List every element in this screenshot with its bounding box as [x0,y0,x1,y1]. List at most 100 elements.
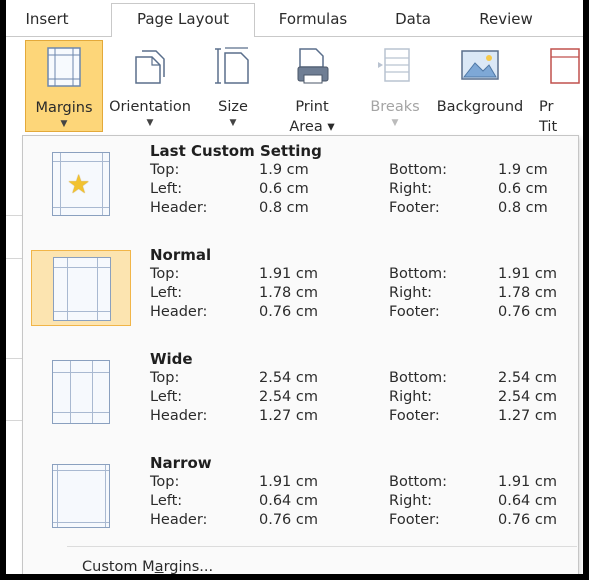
star-icon: ★ [67,170,91,200]
footer-label: Footer: [389,200,440,216]
page-preview: ★ [52,152,110,216]
page-preview [52,360,110,424]
left-value: 2.54 cm [259,389,318,405]
bottom-value: 1.9 cm [498,162,548,178]
tab-page-layout[interactable]: Page Layout [111,3,255,38]
breaks-icon [378,48,410,82]
worksheet-gridline [6,420,22,421]
margins-dropdown-menu: ★ Last Custom Setting Top: 1.9 cm Bottom… [22,135,579,580]
bottom-label: Bottom: [389,162,448,178]
right-value: 0.6 cm [498,181,548,197]
header-label: Header: [150,304,208,320]
background-picture-icon [461,50,499,80]
window-border-right [583,0,589,580]
margin-preview-thumbnail: ★ [31,146,131,222]
margin-preview-thumbnail [31,250,131,326]
excel-window: Insert Page Layout Formulas Data Review … [0,0,589,580]
header-label: Header: [150,200,208,216]
left-value: 0.6 cm [259,181,309,197]
size-icon [215,47,249,84]
footer-label: Footer: [389,512,440,528]
bottom-value: 1.91 cm [498,266,557,282]
right-label: Right: [389,493,433,509]
right-label: Right: [389,181,433,197]
window-border-left [0,0,6,580]
top-label: Top: [150,370,180,386]
breaks-label: Breaks [370,99,420,115]
chevron-down-icon: ▼ [391,118,399,128]
left-label: Left: [150,389,183,405]
bottom-label: Bottom: [389,474,448,490]
print-titles-label-1: Pr [539,99,554,115]
background-button[interactable]: Background [432,40,528,132]
footer-label: Footer: [389,408,440,424]
footer-value: 0.76 cm [498,512,557,528]
top-value: 1.91 cm [259,266,318,282]
header-value: 0.76 cm [259,512,318,528]
tab-formulas[interactable]: Formulas [273,8,353,37]
bottom-label: Bottom: [389,370,448,386]
footer-value: 0.76 cm [498,304,557,320]
top-label: Top: [150,266,180,282]
worksheet-gridline [6,215,22,216]
tab-review[interactable]: Review [474,8,538,37]
top-value: 1.91 cm [259,474,318,490]
orientation-label: Orientation [109,99,191,115]
footer-value: 1.27 cm [498,408,557,424]
option-title: Last Custom Setting [150,142,322,160]
background-label: Background [436,99,524,115]
margin-option-last-custom[interactable]: ★ Last Custom Setting Top: 1.9 cm Bottom… [23,136,578,240]
print-area-label-1: Print [295,99,329,115]
option-title: Wide [150,350,193,368]
print-area-icon [297,48,329,84]
chevron-down-icon: ▼ [229,118,237,128]
orientation-button[interactable]: Orientation ▼ [105,40,195,132]
left-value: 1.78 cm [259,285,318,301]
right-value: 0.64 cm [498,493,557,509]
print-area-button[interactable]: Print Area ▾ [278,40,346,135]
chevron-down-icon: ▼ [60,119,68,129]
custom-margins-label: Custom Margins... [82,559,214,575]
header-value: 0.8 cm [259,200,309,216]
header-value: 1.27 cm [259,408,318,424]
margin-option-narrow[interactable]: Narrow Top: 1.91 cm Bottom: 1.91 cm Left… [23,448,578,552]
right-value: 2.54 cm [498,389,557,405]
option-title: Narrow [150,454,212,472]
header-value: 0.76 cm [259,304,318,320]
margin-preview-thumbnail [31,458,131,534]
worksheet-gridline [6,358,22,359]
margins-button[interactable]: Margins ▼ [25,40,103,132]
footer-label: Footer: [389,304,440,320]
right-label: Right: [389,285,433,301]
window-border-bottom [0,574,589,580]
bottom-value: 2.54 cm [498,370,557,386]
breaks-button: Breaks ▼ [363,40,427,132]
tab-insert[interactable]: Insert [18,8,76,37]
bottom-label: Bottom: [389,266,448,282]
print-area-label-2: Area ▾ [289,119,335,135]
left-label: Left: [150,285,183,301]
margin-option-wide[interactable]: Wide Top: 2.54 cm Bottom: 2.54 cm Left: … [23,344,578,448]
left-value: 0.64 cm [259,493,318,509]
header-label: Header: [150,512,208,528]
page-preview [53,257,111,321]
margins-label: Margins [35,100,93,116]
left-label: Left: [150,181,183,197]
size-button[interactable]: Size ▼ [203,40,263,132]
menu-divider [67,546,577,547]
print-titles-label-2: Tit [539,119,558,132]
left-label: Left: [150,493,183,509]
margin-option-normal[interactable]: Normal Top: 1.91 cm Bottom: 1.91 cm Left… [23,240,578,344]
ribbon-tab-bar: Insert Page Layout Formulas Data Review [6,0,583,38]
print-titles-button[interactable]: Pr Tit [533,40,583,132]
bottom-value: 1.91 cm [498,474,557,490]
margins-icon [47,47,81,87]
top-label: Top: [150,474,180,490]
size-label: Size [218,99,248,115]
top-label: Top: [150,162,180,178]
orientation-icon [135,50,165,84]
chevron-down-icon: ▼ [146,118,154,128]
print-titles-icon [550,48,580,84]
top-value: 1.9 cm [259,162,309,178]
tab-data[interactable]: Data [390,8,436,37]
